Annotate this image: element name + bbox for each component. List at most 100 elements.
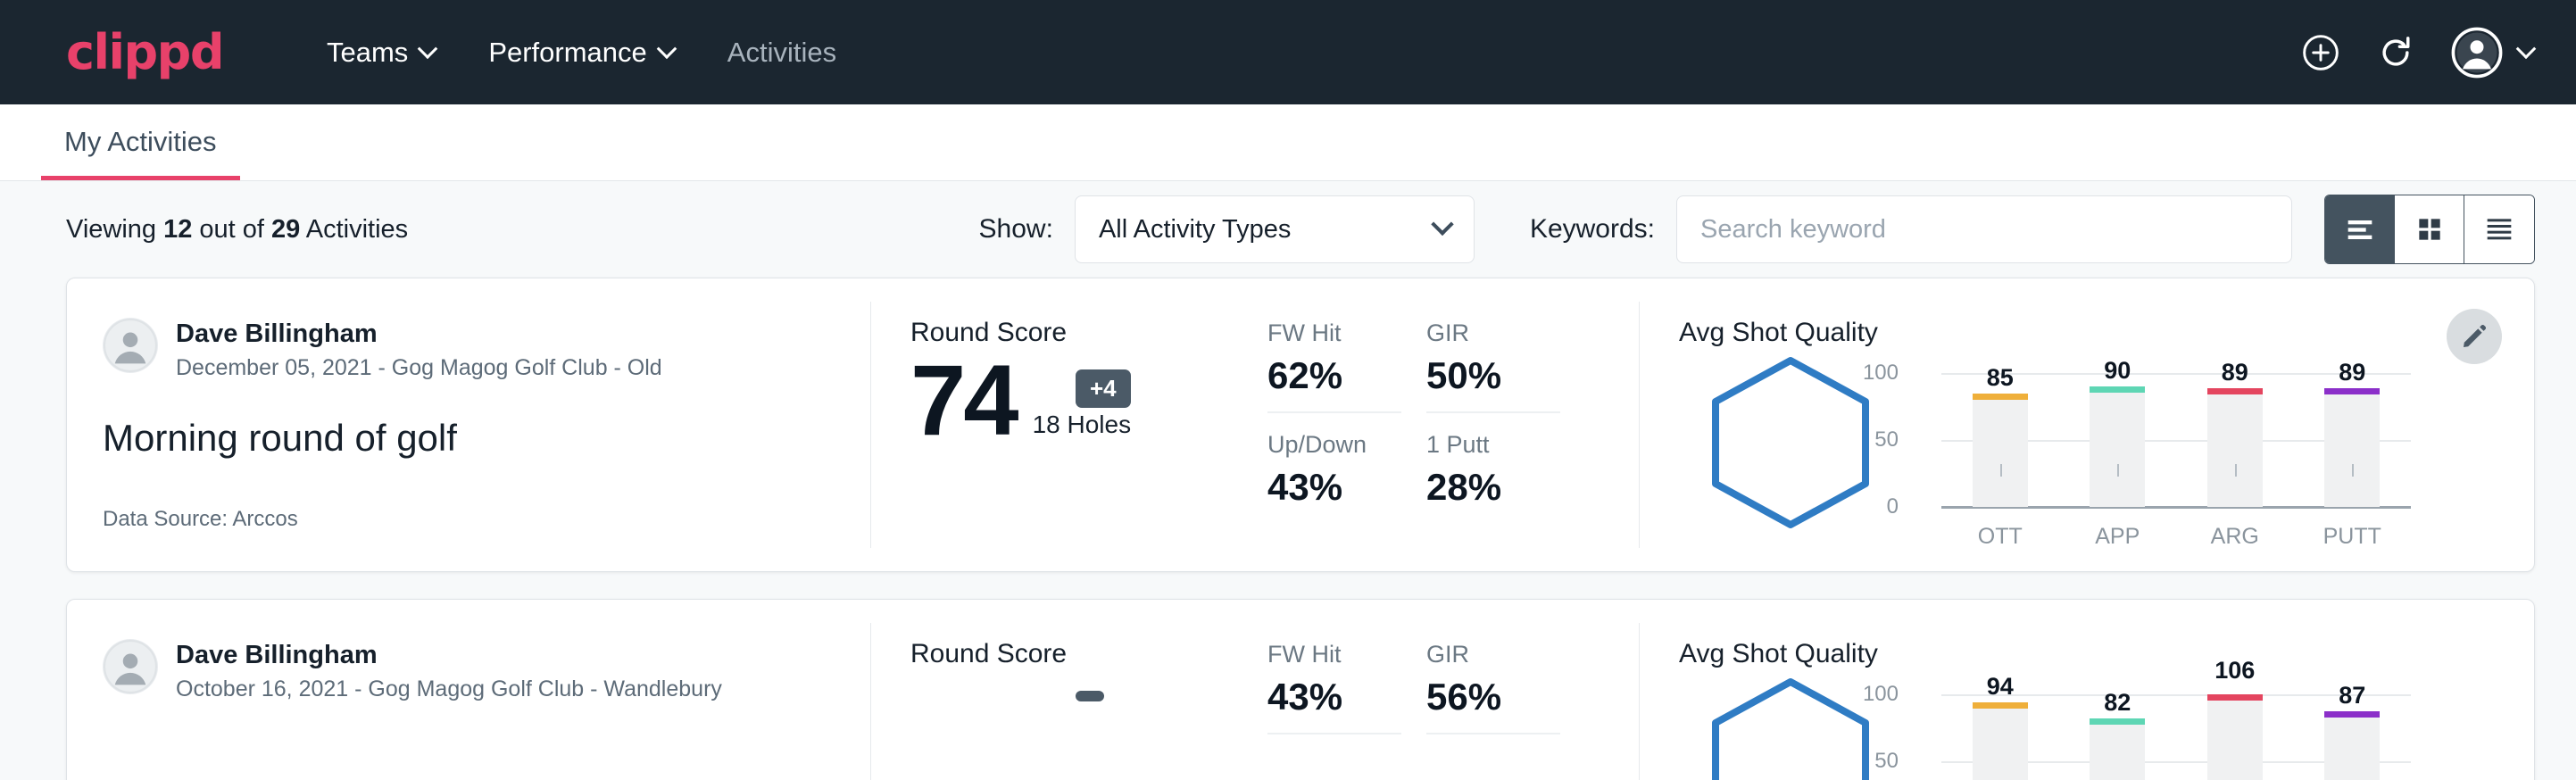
bar-cap: [1973, 702, 2028, 709]
shot-quality-row: 100 50 0 94 82: [1679, 675, 2498, 780]
search-input[interactable]: [1676, 195, 2292, 263]
y-tick-100: 100: [1863, 361, 1911, 386]
nav-item-activities-label: Activities: [727, 37, 836, 69]
bar-group: 85 90 89: [1941, 373, 2411, 507]
chevron-down-icon: [2516, 38, 2537, 59]
viewing-suffix: Activities: [300, 215, 408, 244]
stat-fw-hit: FW Hit 62%: [1267, 319, 1401, 413]
activity-type-selected-value: All Activity Types: [1099, 215, 1291, 245]
viewing-count-text: Viewing 12 out of 29 Activities: [66, 215, 408, 245]
round-score-row: [910, 675, 1267, 684]
activity-card-shot-quality: Avg Shot Quality 89 100 50 0: [1640, 278, 2534, 571]
bar-ott: [1973, 702, 2028, 780]
chevron-down-icon: [656, 38, 677, 59]
shot-quality-hexagon: 89: [1701, 353, 1880, 532]
nav-item-teams[interactable]: Teams: [300, 37, 461, 69]
list-view-icon: [2342, 212, 2378, 247]
app-logo[interactable]: clippd: [66, 29, 223, 77]
bar-column: 89: [2176, 373, 2294, 507]
stat-value: 43%: [1267, 676, 1401, 718]
viewing-prefix: Viewing: [66, 215, 163, 244]
round-score-badge: [1076, 691, 1104, 701]
round-score-label: Round Score: [910, 318, 1267, 348]
edit-activity-button[interactable]: [2447, 309, 2502, 364]
bar-cap: [1973, 394, 2028, 400]
tab-bar: My Activities: [0, 104, 2576, 181]
activity-card[interactable]: Dave Billingham October 16, 2021 - Gog M…: [66, 599, 2535, 780]
round-stat-grid: FW Hit 43% GIR 56%: [1267, 639, 1560, 780]
stat-gir: GIR 50%: [1426, 319, 1560, 413]
bar-column: 87: [2294, 694, 2412, 780]
bar-value: 90: [2104, 357, 2131, 385]
bar-value: 106: [2215, 657, 2255, 685]
x-label-putt: PUTT: [2294, 524, 2412, 550]
bar-cap: [2090, 718, 2145, 725]
activity-card-list: Dave Billingham December 05, 2021 - Gog …: [0, 278, 2576, 780]
plus-circle-icon: [2301, 33, 2340, 72]
avatar: [103, 639, 158, 694]
shot-quality-label: Avg Shot Quality: [1679, 318, 2498, 348]
x-label-ott: OTT: [1941, 524, 2059, 550]
view-mode-list-button[interactable]: [2325, 195, 2395, 263]
x-tick: [2352, 464, 2354, 477]
avatar: [103, 318, 158, 373]
user-avatar-icon: [2451, 27, 2503, 79]
bar-value: 82: [2104, 689, 2131, 717]
round-stat-grid: FW Hit 62% GIR 50% Up/Down 43% 1 Putt 28…: [1267, 318, 1560, 544]
activity-card-shot-quality: Avg Shot Quality 100 50 0: [1640, 600, 2534, 780]
nav-item-teams-label: Teams: [327, 37, 408, 69]
viewing-total: 29: [271, 215, 300, 244]
stat-label: Up/Down: [1267, 431, 1401, 459]
x-label-app: APP: [2059, 524, 2177, 550]
nav-item-activities[interactable]: Activities: [701, 37, 863, 69]
view-mode-grid-button[interactable]: [2395, 195, 2464, 263]
bar-value: 85: [1987, 364, 2014, 392]
shot-quality-bar-chart: 100 50 0 94 82: [1911, 675, 2411, 780]
stat-up-down: Up/Down 43%: [1267, 413, 1401, 509]
activity-meta: October 16, 2021 - Gog Magog Golf Club -…: [176, 676, 722, 702]
bar-column: 89: [2294, 373, 2412, 507]
view-mode-toggle-group: [2324, 195, 2535, 264]
bar-cap: [2207, 694, 2263, 701]
viewing-mid: out of: [192, 215, 271, 244]
bar-cap: [2324, 388, 2380, 394]
show-label: Show:: [979, 214, 1053, 245]
nav-actions: [2301, 27, 2533, 79]
activity-card[interactable]: Dave Billingham December 05, 2021 - Gog …: [66, 278, 2535, 572]
activity-owner: Dave Billingham October 16, 2021 - Gog M…: [103, 639, 835, 702]
shot-quality-bar-chart: 100 50 0 85 90: [1911, 353, 2411, 550]
bar-value: 87: [2339, 682, 2365, 709]
stat-label: FW Hit: [1267, 641, 1401, 668]
y-tick-50: 50: [1874, 427, 1911, 452]
bar-value: 89: [2222, 359, 2248, 386]
round-score-block: Round Score 74 +4 18 Holes: [910, 318, 1267, 544]
round-score-badge: +4: [1076, 369, 1131, 408]
stat-value: 62%: [1267, 354, 1401, 397]
y-tick-0: 0: [1887, 494, 1911, 519]
refresh-button[interactable]: [2376, 33, 2415, 72]
tab-my-activities[interactable]: My Activities: [41, 126, 240, 180]
bar-putt: [2324, 711, 2380, 780]
activity-card-scores: Round Score FW Hit 43% GIR 56%: [871, 600, 1639, 780]
x-label-arg: ARG: [2176, 524, 2294, 550]
shot-quality-row: 89 100 50 0 85: [1679, 353, 2498, 550]
activity-type-select[interactable]: All Activity Types: [1075, 195, 1475, 263]
bar-arg: [2207, 694, 2263, 780]
bar-putt: [2324, 388, 2380, 507]
user-avatar-icon: [103, 639, 158, 694]
view-mode-compact-button[interactable]: [2464, 195, 2534, 263]
user-menu-button[interactable]: [2451, 27, 2533, 79]
round-score-value: 74: [910, 353, 1017, 448]
stat-label: GIR: [1426, 319, 1560, 347]
activity-owner: Dave Billingham December 05, 2021 - Gog …: [103, 318, 835, 381]
hexagon-icon: [1701, 353, 1880, 532]
shot-quality-label: Avg Shot Quality: [1679, 639, 2498, 669]
activity-owner-name: Dave Billingham: [176, 318, 662, 350]
keywords-label: Keywords:: [1530, 214, 1655, 245]
activity-meta: December 05, 2021 - Gog Magog Golf Club …: [176, 355, 662, 381]
bar-value: 89: [2339, 359, 2365, 386]
main-nav-items: Teams Performance Activities: [300, 37, 863, 69]
add-activity-button[interactable]: [2301, 33, 2340, 72]
nav-item-performance[interactable]: Performance: [461, 37, 700, 69]
stat-one-putt: 1 Putt 28%: [1426, 413, 1560, 509]
